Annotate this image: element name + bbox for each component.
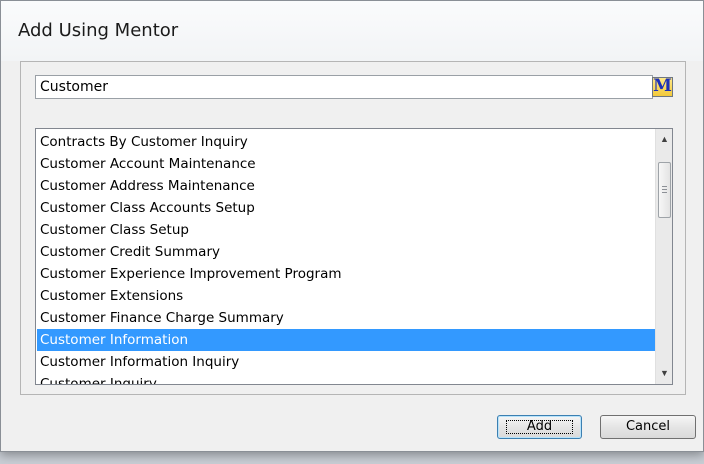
scroll-up-icon[interactable]: ▲ <box>656 131 672 148</box>
search-input[interactable]: Customer <box>35 75 653 99</box>
cancel-button-label: Cancel <box>625 419 671 434</box>
grip-line <box>662 192 667 193</box>
list-item[interactable]: Customer Information Inquiry <box>37 351 657 373</box>
mentor-m-icon[interactable]: M <box>652 77 673 97</box>
list-item[interactable]: Contracts By Customer Inquiry <box>37 131 657 153</box>
list-item[interactable]: Customer Inquiry <box>37 373 657 384</box>
list-item[interactable]: Customer Class Setup <box>37 219 657 241</box>
scroll-down-icon[interactable]: ▼ <box>656 365 672 382</box>
button-row: Add Cancel <box>1 395 703 451</box>
results-list: Contracts By Customer Inquiry Customer Ac… <box>37 131 657 384</box>
list-item[interactable]: Customer Class Accounts Setup <box>37 197 657 219</box>
list-item[interactable]: Customer Experience Improvement Program <box>37 263 657 285</box>
grip-line <box>662 186 667 187</box>
add-button[interactable]: Add <box>497 415 582 439</box>
dialog-title: Add Using Mentor <box>18 20 179 41</box>
scroll-thumb[interactable] <box>658 162 671 218</box>
list-item[interactable]: Customer Finance Charge Summary <box>37 307 657 329</box>
results-listbox[interactable]: Contracts By Customer Inquiry Customer Ac… <box>35 128 673 385</box>
content-panel: Customer M Contracts By Customer Inquiry… <box>20 61 686 395</box>
cancel-button[interactable]: Cancel <box>600 415 696 439</box>
grip-line <box>662 189 667 190</box>
list-item[interactable]: Customer Information <box>37 329 657 351</box>
list-item[interactable]: Customer Credit Summary <box>37 241 657 263</box>
vertical-scrollbar[interactable]: ▲ ▼ <box>655 129 672 384</box>
focus-rectangle <box>506 420 573 434</box>
add-using-mentor-dialog: Add Using Mentor Customer M Contracts By… <box>0 0 704 452</box>
title-bar[interactable]: Add Using Mentor <box>1 1 703 61</box>
list-item[interactable]: Customer Extensions <box>37 285 657 307</box>
list-item[interactable]: Customer Address Maintenance <box>37 175 657 197</box>
list-item[interactable]: Customer Account Maintenance <box>37 153 657 175</box>
